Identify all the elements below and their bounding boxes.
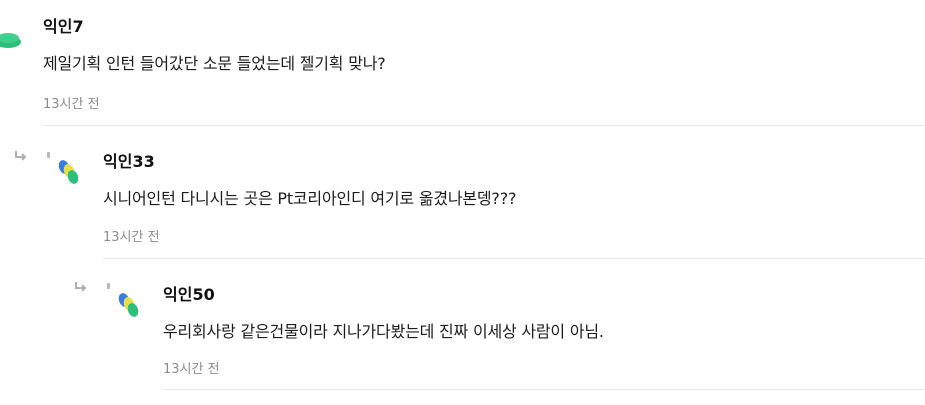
avatar-blob-icon [58,160,79,184]
comment-text: 제일기획 인턴 들어갔단 소문 들었는데 젤기획 맞나? [43,54,386,73]
reply-arrow-icon [75,282,87,292]
avatar[interactable] [116,290,140,324]
avatar[interactable] [0,30,22,54]
comment-author[interactable]: 익인7 [43,13,84,37]
comment-item: 익인7 제일기획 인턴 들어갔단 소문 들었는데 젤기획 맞나? 13시간 전 [0,0,925,126]
comment-text: 우리회사랑 같은건물이라 지나가다봤는데 진짜 이세상 사람이 아님. [163,322,604,341]
comment-text: 시니어인턴 다니시는 곳은 Pt코리아인디 여기로 옮겼나본뎅??? [103,189,517,208]
comment-author[interactable]: 익인50 [163,281,215,305]
avatar-blob-icon [118,293,139,317]
avatar-blob-icon [0,33,21,48]
reply-item: 익인33 시니어인턴 다니시는 곳은 Pt코리아인디 여기로 옮겼나본뎅??? … [0,126,925,260]
avatar[interactable] [56,157,80,191]
reply-item: 익인50 우리회사랑 같은건물이라 지나가다봤는데 진짜 이세상 사람이 아님.… [0,260,925,405]
comment-divider [103,258,925,259]
thread-marker [107,283,110,289]
comment-divider [163,389,925,390]
reply-arrow-icon [15,151,27,161]
comment-author[interactable]: 익인33 [103,148,155,172]
thread-marker [47,152,50,158]
comment-time: 13시간 전 [43,97,100,112]
comment-time: 13시간 전 [103,230,160,245]
comment-time: 13시간 전 [163,362,220,377]
